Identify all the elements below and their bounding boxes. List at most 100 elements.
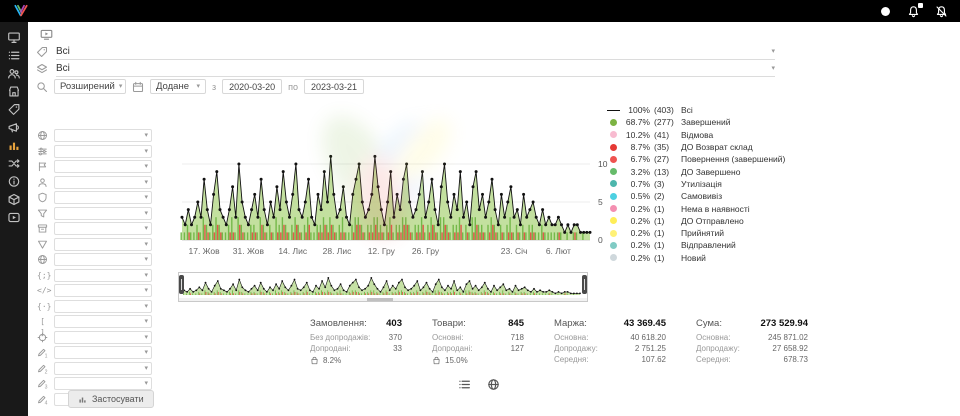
filter-select[interactable]: ▾	[54, 315, 152, 328]
nav-item-tutorials[interactable]	[7, 211, 21, 224]
notification-badge	[918, 3, 923, 8]
apply-button[interactable]: Застосувати	[68, 390, 154, 408]
legend-percent: 0.5%	[621, 191, 650, 201]
chevron-down-icon: ▾	[144, 210, 148, 217]
orders-chart[interactable]: 051017. Жов31. Жов14. Лис28. Лис12. Гру2…	[178, 102, 960, 272]
filter-select[interactable]: ▾	[54, 346, 152, 359]
nav-item-marketing[interactable]	[7, 121, 21, 134]
filter-select[interactable]: ▾	[54, 207, 152, 220]
categories-filter-select[interactable]: Всі ▾	[56, 62, 775, 77]
nav-item-dashboard[interactable]	[7, 31, 21, 44]
legend-item[interactable]: 10.2%(41)Відмова	[605, 129, 815, 141]
summary-group: Замовлення:403Без допродажів:370Допродан…	[310, 318, 402, 366]
summary-stats: Замовлення:403Без допродажів:370Допродан…	[178, 318, 960, 366]
globe-icon[interactable]	[487, 378, 500, 391]
filter-select[interactable]: ▾	[54, 331, 152, 344]
legend-count: (403)	[650, 105, 681, 115]
legend-count: (1)	[650, 204, 681, 214]
flag-icon	[37, 161, 48, 172]
filter-select[interactable]: ▾	[54, 176, 152, 189]
range-right-handle[interactable]	[582, 275, 587, 294]
svg-text:1: 1	[45, 354, 48, 359]
chart-canvas[interactable]: 051017. Жов31. Жов14. Лис28. Лис12. Гру2…	[178, 102, 624, 264]
filter-select[interactable]: ▾	[54, 222, 152, 235]
nav-item-customers[interactable]	[7, 67, 21, 80]
legend-item[interactable]: 0.2%(1)ДО Отправлено	[605, 215, 815, 227]
list-view-button[interactable]	[458, 378, 471, 391]
legend-line-swatch	[605, 110, 621, 111]
nav-item-info[interactable]	[7, 175, 21, 188]
legend-item[interactable]: 8.7%(35)ДО Возврат склад	[605, 141, 815, 153]
filter-row: ▾	[28, 190, 168, 206]
notifications-icon[interactable]	[907, 5, 920, 18]
chevron-down-icon: ▾	[771, 48, 775, 55]
summary-sub-value: 40 618.20	[630, 333, 666, 342]
summary-sub-label: Допродані:	[310, 344, 351, 353]
chevron-down-icon: ▾	[144, 349, 148, 356]
range-scrollbar-thumb[interactable]	[367, 298, 393, 301]
legend-item[interactable]: 0.7%(3)Утилізація	[605, 178, 815, 190]
date-from-input[interactable]: 2020-03-20	[222, 79, 282, 94]
chevron-down-icon: ▾	[771, 65, 775, 72]
legend-percent: 0.2%	[621, 216, 650, 226]
nav-item-orders[interactable]	[7, 49, 21, 62]
search-mode-select[interactable]: Розширений ▾	[54, 79, 126, 94]
date-to-input[interactable]: 2023-03-21	[304, 79, 364, 94]
nav-item-integrations[interactable]	[7, 157, 21, 170]
filter-select[interactable]: ▾	[54, 191, 152, 204]
legend-item[interactable]: 6.7%(27)Повернення (завершений)	[605, 153, 815, 165]
svg-text:4: 4	[45, 400, 48, 405]
legend-item[interactable]: 0.5%(2)Самовивіз	[605, 190, 815, 202]
filter-select[interactable]: ▾	[54, 300, 152, 313]
filter-select[interactable]: ▾	[54, 362, 152, 375]
legend-item[interactable]: 0.2%(1)Новий	[605, 252, 815, 264]
search-icon[interactable]	[36, 81, 48, 93]
legend-item[interactable]: 68.7%(277)Завершений	[605, 116, 815, 128]
date-field-select[interactable]: Додане ▾	[150, 79, 206, 94]
svg-text:0: 0	[598, 235, 603, 245]
legend-percent: 8.7%	[621, 142, 650, 152]
filter-select[interactable]: ▾	[54, 269, 152, 282]
minimap-canvas[interactable]	[181, 275, 585, 299]
legend-dot-swatch	[605, 168, 621, 175]
filter-select[interactable]: ▾	[54, 129, 152, 142]
nav-item-products[interactable]	[7, 103, 21, 116]
from-label: з	[212, 82, 216, 92]
summary-sub-value: 245 871.02	[768, 333, 808, 342]
chart-range-selector[interactable]	[178, 272, 588, 302]
range-left-handle[interactable]	[179, 275, 184, 294]
summary-title: Замовлення:	[310, 318, 367, 329]
filter-select[interactable]: ▾	[54, 253, 152, 266]
svg-text:3: 3	[45, 385, 48, 390]
filter-select[interactable]: ▾	[54, 284, 152, 297]
legend-item[interactable]: 0.2%(1)Прийнятий	[605, 227, 815, 239]
summary-value: 845	[508, 318, 524, 329]
legend-percent: 0.2%	[621, 204, 650, 214]
nav-item-packages[interactable]	[7, 193, 21, 206]
range-scrollbar[interactable]	[179, 298, 587, 301]
presentation-mode-button[interactable]	[38, 28, 55, 41]
filter-select[interactable]: ▾	[54, 238, 152, 251]
status-icon[interactable]	[879, 5, 892, 18]
nav-item-store[interactable]	[7, 85, 21, 98]
legend-item[interactable]: 0.2%(1)Відправлений	[605, 239, 815, 251]
legend-item[interactable]: 0.2%(1)Нема в наявності	[605, 202, 815, 214]
filter-select[interactable]: ▾	[54, 145, 152, 158]
legend-count: (277)	[650, 117, 681, 127]
brackets-icon: [ ]	[37, 316, 48, 327]
bag-icon	[310, 356, 319, 365]
app-window: Всі ▾ Всі ▾ Розширений ▾ Дода	[0, 0, 960, 416]
legend-count: (13)	[650, 167, 681, 177]
filter-select[interactable]: ▾	[54, 377, 152, 390]
summary-sub-value: 678.73	[784, 355, 808, 364]
app-logo-icon[interactable]	[12, 3, 32, 19]
summary-value: 43 369.45	[624, 318, 666, 329]
legend-item[interactable]: 3.2%(13)ДО Завершено	[605, 165, 815, 177]
statuses-filter-select[interactable]: Всі ▾	[56, 45, 775, 60]
filter-row: ▾	[28, 237, 168, 253]
filter-select[interactable]: ▾	[54, 160, 152, 173]
nav-item-analytics[interactable]	[7, 139, 21, 152]
chevron-down-icon: ▾	[144, 272, 148, 279]
legend-item[interactable]: 100%(403)Всі	[605, 104, 815, 116]
alerts-icon[interactable]	[935, 5, 948, 18]
